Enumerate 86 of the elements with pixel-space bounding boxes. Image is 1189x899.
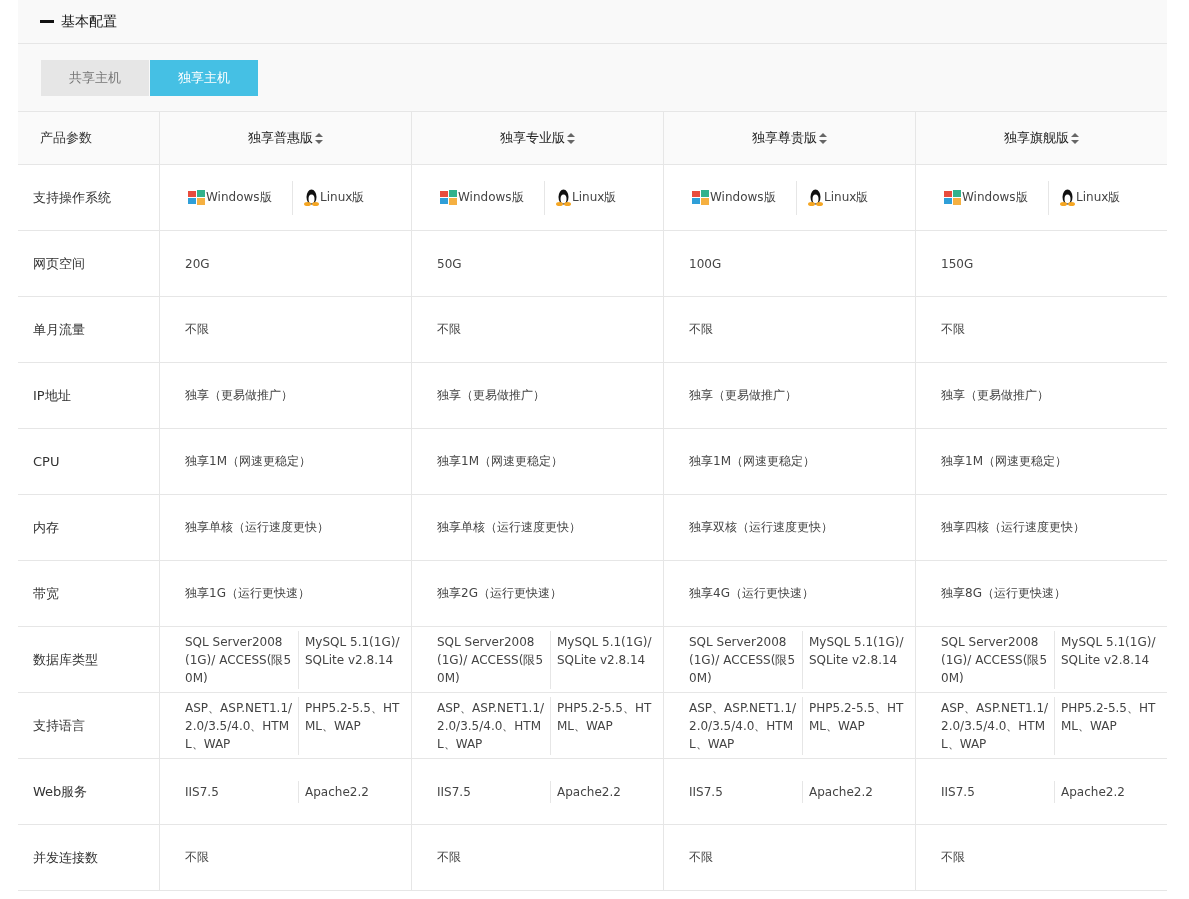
linux-option[interactable]: Linux版	[1060, 189, 1121, 206]
table-cell-text: PHP5.2-5.5、HTML、WAP	[557, 699, 653, 735]
row-label: 内存	[33, 518, 59, 537]
table-cell-text: MySQL 5.1(1G)/ SQLite v2.8.14	[557, 633, 653, 669]
row-label: 数据库类型	[33, 650, 98, 669]
section-title: 基本配置	[61, 12, 117, 31]
table-cell-text: IIS7.5	[941, 783, 975, 801]
table-cell-text: SQL Server2008(1G)/ ACCESS(限50M)	[437, 633, 545, 687]
sort-icon[interactable]	[819, 132, 827, 144]
linux-option[interactable]: Linux版	[556, 189, 617, 206]
row-label: 单月流量	[33, 320, 85, 339]
windows-icon	[692, 190, 709, 205]
row-label: 带宽	[33, 584, 59, 603]
windows-icon	[440, 190, 457, 205]
table-cell-text: SQL Server2008(1G)/ ACCESS(限50M)	[941, 633, 1049, 687]
table-cell-text: ASP、ASP.NET1.1/2.0/3.5/4.0、HTML、WAP	[437, 699, 546, 753]
table-cell-text: IIS7.5	[185, 783, 219, 801]
sort-icon[interactable]	[1071, 132, 1079, 144]
table-cell: 独享双核（运行速度更快）	[689, 519, 833, 536]
row-label: 并发连接数	[33, 848, 98, 867]
table-cell-text: IIS7.5	[689, 783, 723, 801]
table-cell: 不限	[437, 849, 461, 866]
table-cell-text: ASP、ASP.NET1.1/2.0/3.5/4.0、HTML、WAP	[941, 699, 1050, 753]
table-cell: 独享（更易做推广）	[941, 387, 1049, 404]
table-cell-text: PHP5.2-5.5、HTML、WAP	[809, 699, 905, 735]
row-label: 支持操作系统	[33, 188, 111, 207]
windows-icon	[188, 190, 205, 205]
row-label: 支持语言	[33, 716, 85, 735]
sort-icon[interactable]	[315, 132, 323, 144]
table-cell: 100G	[689, 256, 722, 271]
table-cell: 不限	[185, 849, 209, 866]
table-cell: 独享1M（网速更稳定）	[185, 453, 311, 470]
table-cell: 不限	[689, 321, 713, 338]
table-cell: 独享1M（网速更稳定）	[437, 453, 563, 470]
table-cell: 不限	[185, 321, 209, 338]
penguin-icon	[556, 189, 571, 206]
table-cell: 独享单核（运行速度更快）	[437, 519, 581, 536]
table-cell-text: ASP、ASP.NET1.1/2.0/3.5/4.0、HTML、WAP	[185, 699, 294, 753]
windows-option[interactable]: Windows版	[944, 189, 1028, 206]
table-cell-text: MySQL 5.1(1G)/ SQLite v2.8.14	[305, 633, 401, 669]
table-cell: 独享4G（运行更快速）	[689, 585, 814, 602]
windows-icon	[944, 190, 961, 205]
row-label: IP地址	[33, 386, 71, 405]
table-cell-text: IIS7.5	[437, 783, 471, 801]
linux-option[interactable]: Linux版	[304, 189, 365, 206]
table-cell-text: PHP5.2-5.5、HTML、WAP	[305, 699, 401, 735]
table-cell: 独享1M（网速更稳定）	[941, 453, 1067, 470]
tab[interactable]: 共享主机	[41, 59, 149, 96]
table-cell-text: MySQL 5.1(1G)/ SQLite v2.8.14	[809, 633, 905, 669]
table-cell: 独享（更易做推广）	[689, 387, 797, 404]
windows-option[interactable]: Windows版	[440, 189, 524, 206]
penguin-icon	[808, 189, 823, 206]
table-cell-text: SQL Server2008(1G)/ ACCESS(限50M)	[689, 633, 797, 687]
table-cell: 50G	[437, 256, 462, 271]
table-cell: 独享（更易做推广）	[185, 387, 293, 404]
table-cell: 独享1M（网速更稳定）	[689, 453, 815, 470]
penguin-icon	[304, 189, 319, 206]
table-cell-text: SQL Server2008(1G)/ ACCESS(限50M)	[185, 633, 293, 687]
table-cell: 不限	[689, 849, 713, 866]
table-cell: 150G	[941, 256, 974, 271]
table-cell: 独享2G（运行更快速）	[437, 585, 562, 602]
table-cell-text: PHP5.2-5.5、HTML、WAP	[1061, 699, 1157, 735]
windows-option[interactable]: Windows版	[692, 189, 776, 206]
column-header: 产品参数	[40, 129, 92, 147]
table-cell: 独享四核（运行速度更快）	[941, 519, 1085, 536]
table-cell: 不限	[941, 321, 965, 338]
table-cell: 独享8G（运行更快速）	[941, 585, 1066, 602]
table-cell-text: Apache2.2	[305, 783, 369, 801]
table-cell-text: MySQL 5.1(1G)/ SQLite v2.8.14	[1061, 633, 1157, 669]
penguin-icon	[1060, 189, 1075, 206]
row-label: CPU	[33, 454, 60, 469]
table-cell-text: Apache2.2	[1061, 783, 1125, 801]
table-cell-text: Apache2.2	[809, 783, 873, 801]
table-cell: 不限	[941, 849, 965, 866]
table-cell-text: Apache2.2	[557, 783, 621, 801]
windows-option[interactable]: Windows版	[188, 189, 272, 206]
table-cell: 独享单核（运行速度更快）	[185, 519, 329, 536]
row-label: Web服务	[33, 782, 88, 801]
table-cell: 20G	[185, 256, 210, 271]
sort-icon[interactable]	[567, 132, 575, 144]
table-cell: 不限	[437, 321, 461, 338]
table-cell: 独享（更易做推广）	[437, 387, 545, 404]
table-cell: 独享1G（运行更快速）	[185, 585, 310, 602]
linux-option[interactable]: Linux版	[808, 189, 869, 206]
table-cell-text: ASP、ASP.NET1.1/2.0/3.5/4.0、HTML、WAP	[689, 699, 798, 753]
row-label: 网页空间	[33, 254, 85, 273]
